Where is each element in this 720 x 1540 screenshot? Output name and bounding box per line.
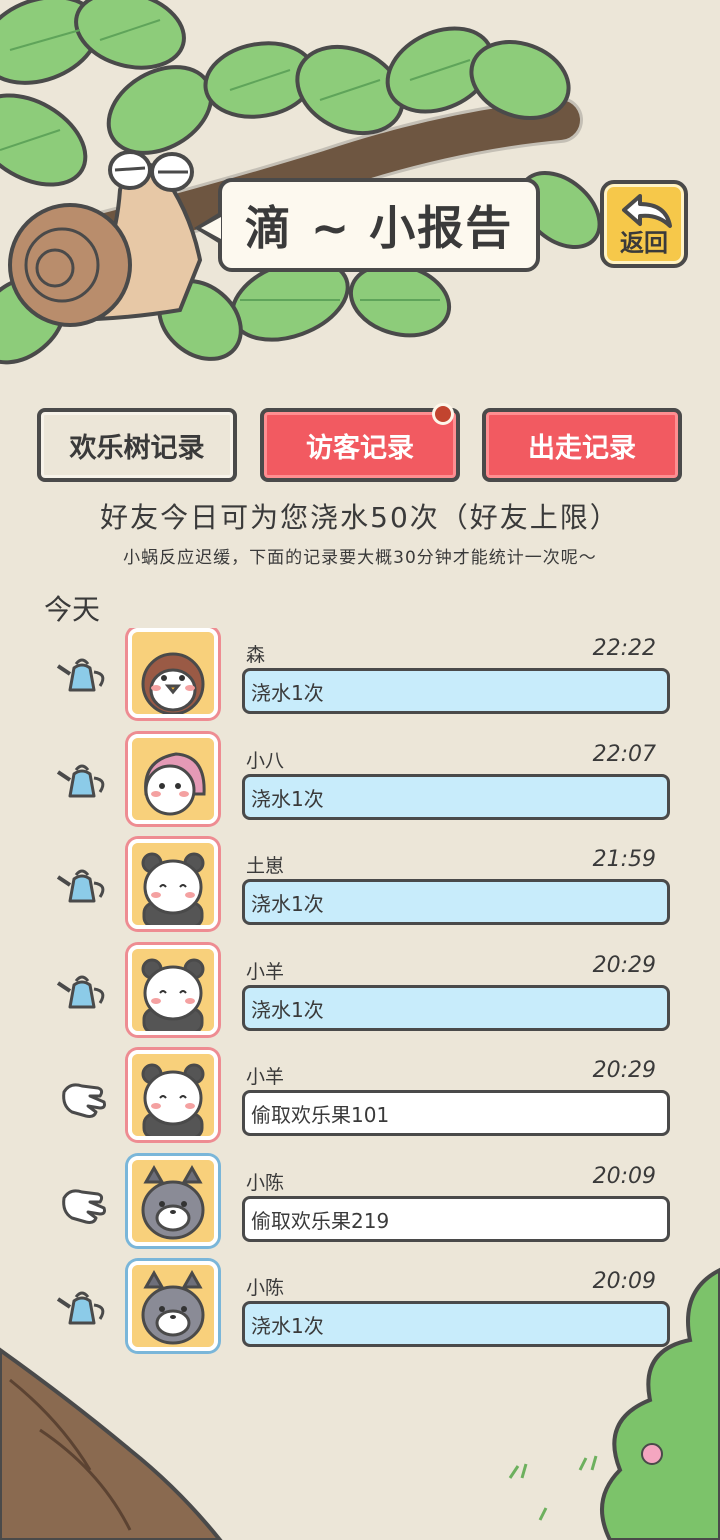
record-time: 21:59 bbox=[592, 847, 656, 872]
record-time: 20:09 bbox=[592, 1269, 656, 1294]
friend-name: 土崽 bbox=[246, 855, 285, 877]
tab-visitor-record[interactable]: 访客记录 bbox=[260, 408, 460, 482]
tab-departure-record[interactable]: 出走记录 bbox=[482, 408, 682, 482]
record-row: 小陈 20:09 偷取欢乐果219 bbox=[0, 1156, 720, 1248]
record-time: 20:29 bbox=[592, 953, 656, 978]
tab-happy-tree-record[interactable]: 欢乐树记录 bbox=[37, 408, 237, 482]
friend-name: 森 bbox=[246, 644, 266, 666]
record-row: 土崽 21:59 浇水1次 bbox=[0, 839, 720, 931]
speech-bubble-tail-inner bbox=[201, 217, 221, 239]
record-action: 偷取欢乐果219 bbox=[242, 1196, 670, 1242]
friend-avatar[interactable] bbox=[128, 1261, 218, 1351]
friend-avatar[interactable] bbox=[128, 839, 218, 929]
friend-name: 小羊 bbox=[246, 1066, 285, 1088]
back-button[interactable]: 返回 bbox=[600, 180, 688, 268]
friend-name: 小陈 bbox=[246, 1172, 285, 1194]
record-time: 22:22 bbox=[592, 636, 656, 661]
watering-can-icon bbox=[56, 971, 112, 1015]
back-label: 返回 bbox=[620, 229, 668, 257]
record-action: 浇水1次 bbox=[242, 1301, 670, 1347]
stats-delay-note: 小蜗反应迟缓，下面的记录要大概30分钟才能统计一次呢～ bbox=[123, 548, 597, 568]
watering-can-icon bbox=[56, 865, 112, 909]
record-time: 22:07 bbox=[592, 742, 656, 767]
section-label-today: 今天 bbox=[44, 593, 101, 626]
record-row: 小陈 20:09 浇水1次 bbox=[0, 1261, 720, 1353]
record-time: 20:09 bbox=[592, 1164, 656, 1189]
record-row: 森 22:22 浇水1次 bbox=[0, 628, 720, 720]
friend-avatar[interactable] bbox=[128, 628, 218, 718]
friend-avatar[interactable] bbox=[128, 945, 218, 1035]
record-action: 浇水1次 bbox=[242, 668, 670, 714]
record-row: 小羊 20:29 浇水1次 bbox=[0, 945, 720, 1037]
notification-dot bbox=[432, 403, 454, 425]
friend-name: 小陈 bbox=[246, 1277, 285, 1299]
friend-avatar[interactable] bbox=[128, 1156, 218, 1246]
record-time: 20:29 bbox=[592, 1058, 656, 1083]
steal-hand-icon bbox=[56, 1076, 112, 1120]
record-list[interactable]: 森 22:22 浇水1次 小八 22:07 浇水1次 土崽 21:59 浇水1次 小羊 20:29 浇… bbox=[0, 628, 720, 1370]
record-action: 浇水1次 bbox=[242, 985, 670, 1031]
steal-hand-icon bbox=[56, 1182, 112, 1226]
friend-avatar[interactable] bbox=[128, 1050, 218, 1140]
record-row: 小羊 20:29 偷取欢乐果101 bbox=[0, 1050, 720, 1142]
watering-can-icon bbox=[56, 1287, 112, 1331]
friend-avatar[interactable] bbox=[128, 734, 218, 824]
record-action: 浇水1次 bbox=[242, 879, 670, 925]
page-title: 滴 ~ 小报告 bbox=[218, 178, 540, 272]
friend-name: 小羊 bbox=[246, 961, 285, 983]
watering-can-icon bbox=[56, 760, 112, 804]
friend-name: 小八 bbox=[246, 750, 285, 772]
record-action: 偷取欢乐果101 bbox=[242, 1090, 670, 1136]
record-action: 浇水1次 bbox=[242, 774, 670, 820]
record-row: 小八 22:07 浇水1次 bbox=[0, 734, 720, 826]
watering-can-icon bbox=[56, 654, 112, 698]
watering-limit-text: 好友今日可为您浇水50次（好友上限） bbox=[100, 501, 620, 534]
